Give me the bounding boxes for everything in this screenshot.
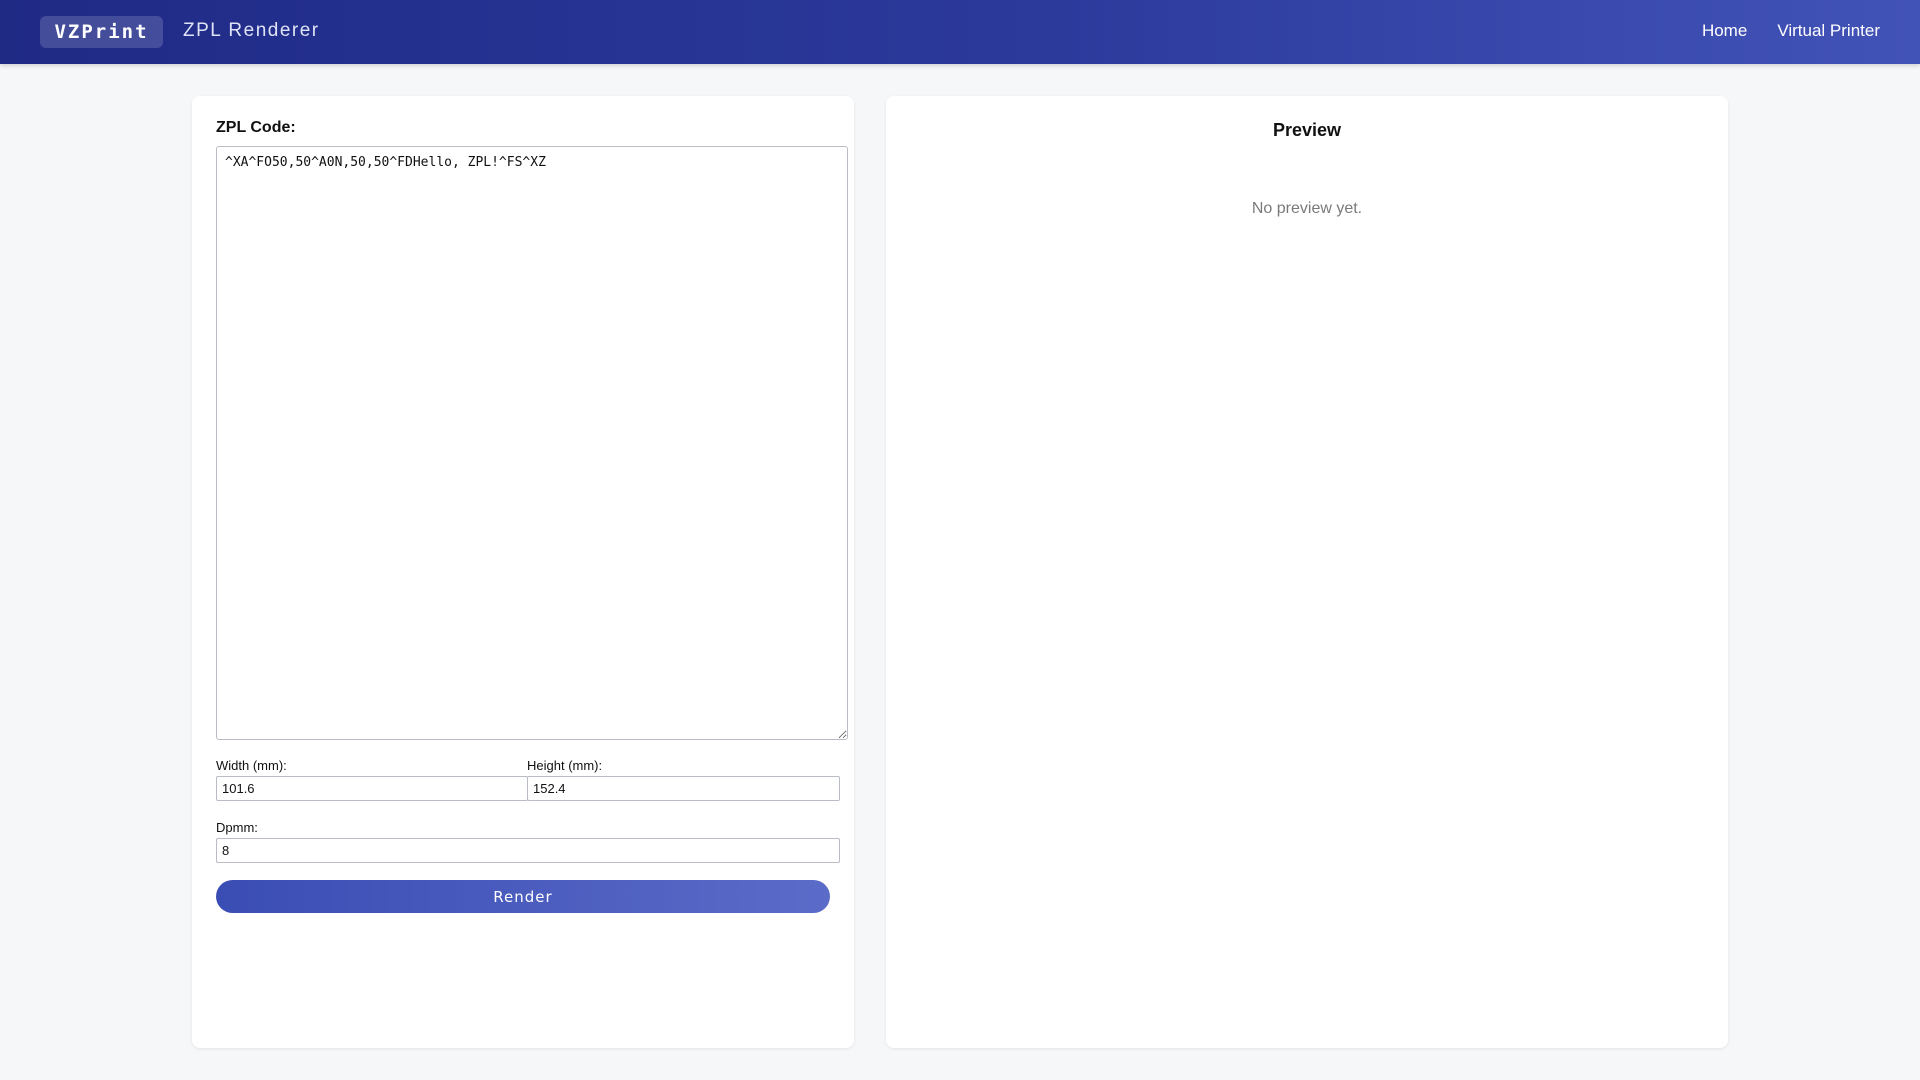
zpl-code-textarea[interactable]: ^XA^FO50,50^A0N,50,50^FDHello, ZPL!^FS^X…: [216, 146, 848, 740]
height-input[interactable]: [527, 776, 840, 801]
height-label: Height (mm):: [527, 758, 603, 773]
width-label: Width (mm):: [216, 758, 287, 773]
preview-title: Preview: [1272, 120, 1342, 140]
dpmm-input[interactable]: [216, 838, 840, 863]
top-navbar: VZPrint ZPL Renderer Home Virtual Printe…: [0, 0, 1920, 64]
nav-links: Home Virtual Printer: [1702, 21, 1880, 41]
nav-link-home[interactable]: Home: [1702, 21, 1747, 41]
editor-panel: ZPL Code: ^XA^FO50,50^A0N,50,50^FDHello,…: [192, 96, 854, 1048]
brand-name: VZPrint: [54, 21, 149, 43]
preview-panel: Preview No preview yet.: [886, 96, 1728, 1048]
nav-link-virtual-printer[interactable]: Virtual Printer: [1777, 21, 1880, 41]
app-title: ZPL Renderer: [183, 20, 320, 41]
brand-logo[interactable]: VZPrint: [40, 16, 163, 48]
render-button[interactable]: Render: [216, 880, 830, 913]
zpl-code-label: ZPL Code:: [216, 119, 296, 136]
preview-empty-message: No preview yet.: [1251, 200, 1363, 217]
width-input[interactable]: [216, 776, 528, 801]
dpmm-label: Dpmm:: [216, 820, 258, 835]
